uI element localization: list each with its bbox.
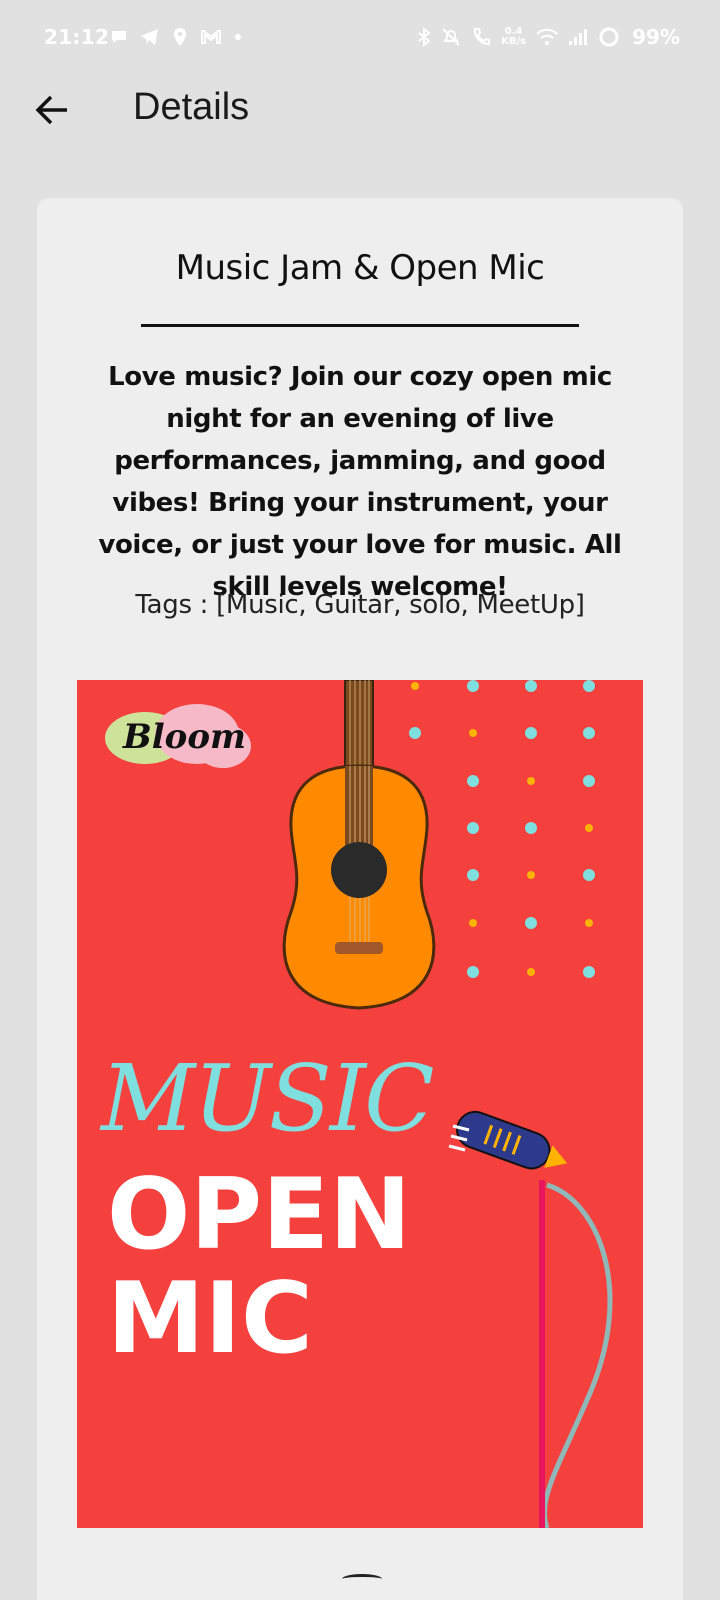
scroll-hint: [342, 1574, 382, 1584]
dot-icon: [235, 34, 241, 40]
app-bar: Details: [0, 78, 720, 178]
notification-icons: [110, 27, 242, 47]
battery-percent: 99%: [632, 25, 680, 49]
telegram-icon: [141, 29, 158, 45]
poster-brand: Bloom: [122, 717, 246, 757]
back-button[interactable]: [30, 88, 74, 132]
event-title: Music Jam & Open Mic: [175, 248, 545, 288]
mute-icon: [442, 28, 460, 46]
poster-line-mic: MIC: [107, 1262, 313, 1376]
arrow-left-icon: [35, 95, 67, 125]
location-icon: [174, 28, 186, 46]
status-bar: 21:12 0.4 KB/s 99%: [0, 0, 720, 78]
bluetooth-icon: [418, 27, 431, 47]
gmail-icon: [201, 30, 221, 44]
wifi-icon: [536, 28, 558, 45]
poster-line-open: OPEN: [107, 1158, 411, 1272]
net-speed-unit: KB/s: [501, 36, 527, 47]
battery-icon: [599, 27, 619, 47]
status-time: 21:12: [44, 25, 110, 49]
event-poster: Bloom MUSIC OPEN MIC: [77, 680, 643, 1528]
event-description: Love music? Join our cozy open mic night…: [98, 362, 622, 602]
signal-icon: [569, 29, 588, 45]
system-icons: 0.4 KB/s 99%: [417, 25, 680, 49]
event-tags: Tags : [Music, Guitar, solo, MeetUp]: [135, 590, 585, 620]
title-divider: [141, 324, 579, 327]
event-details-card: Music Jam & Open Mic Love music? Join ou…: [37, 198, 683, 1600]
call-icon: [474, 28, 491, 46]
poster-graphic: Bloom MUSIC OPEN MIC: [77, 680, 643, 1528]
poster-line-music: MUSIC: [99, 1045, 433, 1152]
net-speed: 0.4 KB/s: [501, 27, 526, 47]
chat-bubble-icon: [112, 31, 126, 43]
page-title: Details: [133, 86, 250, 128]
